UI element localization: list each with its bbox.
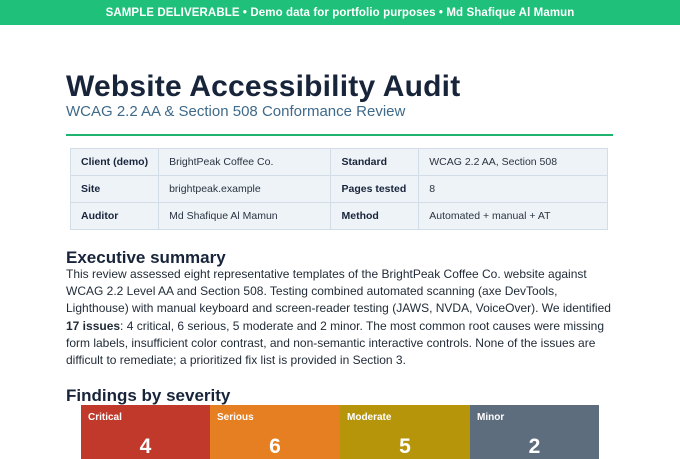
meta-value: Md Shafique Al Mamun bbox=[158, 202, 332, 230]
meta-key: Method bbox=[330, 202, 420, 230]
meta-value: WCAG 2.2 AA, Section 508 bbox=[418, 148, 608, 176]
severity-label: Moderate bbox=[347, 412, 392, 423]
summary-text-end: : 4 critical, 6 serious, 5 moderate and … bbox=[66, 318, 605, 368]
table-row: Client (demo) BrightPeak Coffee Co. Stan… bbox=[69, 148, 608, 176]
meta-value: Automated + manual + AT bbox=[418, 202, 608, 230]
page-title: Website Accessibility Audit bbox=[66, 70, 461, 103]
severity-card-critical: Critical 4 bbox=[81, 405, 210, 459]
sample-banner: SAMPLE DELIVERABLE • Demo data for portf… bbox=[0, 0, 680, 25]
summary-text-start: This review assessed eight representativ… bbox=[66, 267, 611, 316]
severity-card-serious: Serious 6 bbox=[210, 405, 340, 459]
meta-value: BrightPeak Coffee Co. bbox=[158, 148, 332, 176]
page-subtitle: WCAG 2.2 AA & Section 508 Conformance Re… bbox=[66, 103, 406, 120]
severity-card-minor: Minor 2 bbox=[470, 405, 599, 459]
severity-card-moderate: Moderate 5 bbox=[340, 405, 470, 459]
severity-label: Critical bbox=[88, 412, 122, 423]
meta-key: Standard bbox=[330, 148, 420, 176]
findings-heading: Findings by severity bbox=[66, 386, 231, 405]
severity-count: 5 bbox=[399, 435, 411, 458]
severity-count: 4 bbox=[139, 435, 152, 458]
severity-label: Serious bbox=[217, 412, 254, 423]
severity-count: 2 bbox=[528, 435, 541, 458]
audit-metadata-table: Client (demo) BrightPeak Coffee Co. Stan… bbox=[69, 148, 608, 230]
meta-value: brightpeak.example bbox=[158, 175, 332, 203]
executive-summary-heading: Executive summary bbox=[66, 248, 226, 267]
meta-value: 8 bbox=[418, 175, 608, 203]
severity-label: Minor bbox=[477, 412, 505, 423]
table-row: Auditor Md Shafique Al Mamun Method Auto… bbox=[69, 202, 608, 230]
meta-key: Auditor bbox=[69, 202, 160, 230]
meta-key: Client (demo) bbox=[69, 148, 160, 176]
issue-count-highlight: 17 issues bbox=[66, 318, 121, 333]
table-row: Site brightpeak.example Pages tested 8 bbox=[69, 175, 608, 203]
severity-count: 6 bbox=[269, 435, 281, 458]
meta-key: Pages tested bbox=[330, 175, 420, 203]
title-divider bbox=[66, 134, 613, 136]
executive-summary-text: This review assessed eight representativ… bbox=[66, 266, 618, 369]
meta-key: Site bbox=[69, 175, 160, 203]
